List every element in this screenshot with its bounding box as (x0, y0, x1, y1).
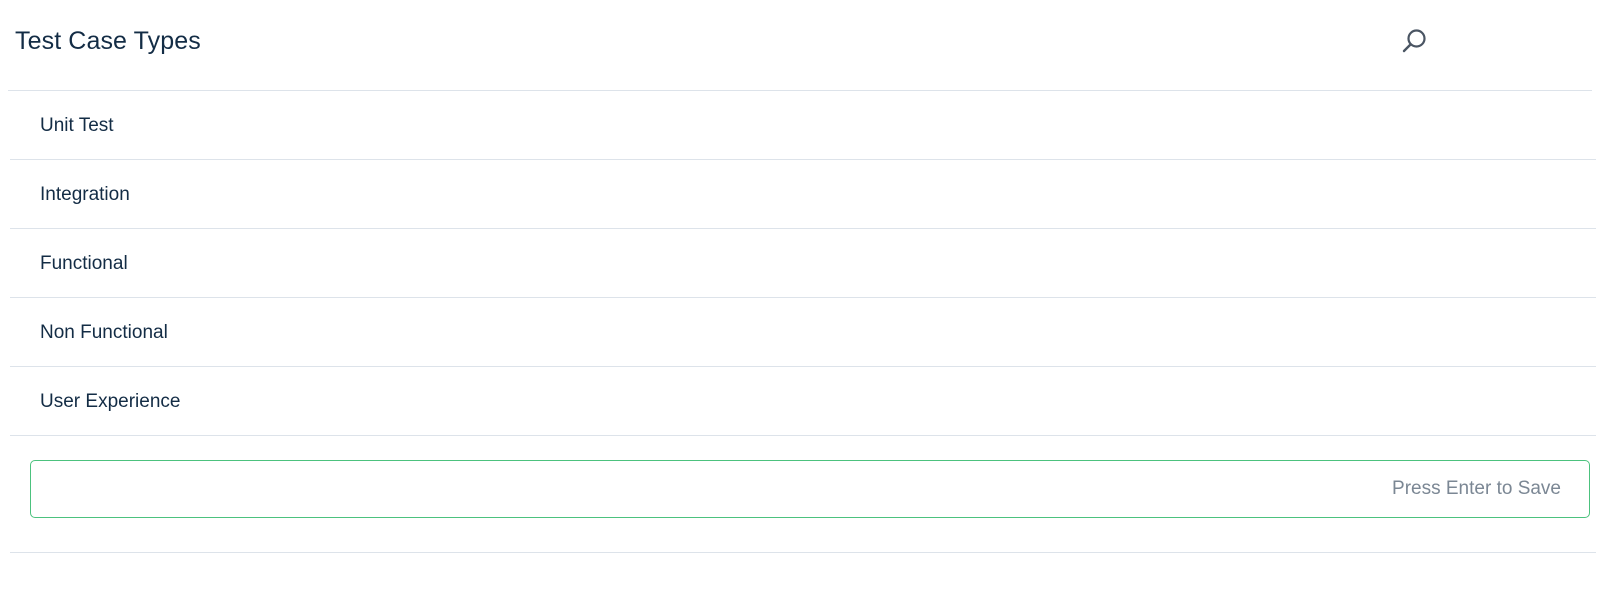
new-test-case-type-input[interactable] (30, 460, 1590, 518)
list-item-label: User Experience (40, 391, 181, 412)
add-item-row (10, 437, 1596, 553)
list-item-label: Integration (40, 184, 130, 205)
list-item-user-experience[interactable]: User Experience (10, 367, 1596, 436)
list-item-label: Functional (40, 253, 128, 274)
list-item-label: Non Functional (40, 322, 168, 343)
list-item-label: Unit Test (40, 115, 114, 136)
list-item-functional[interactable]: Functional (10, 229, 1596, 298)
page-title: Test Case Types (15, 27, 201, 55)
list-item-integration[interactable]: Integration (10, 160, 1596, 229)
list-item-unit-test[interactable]: Unit Test (10, 91, 1596, 160)
list-item-non-functional[interactable]: Non Functional (10, 298, 1596, 367)
search-icon (1402, 29, 1426, 53)
test-case-type-list: Unit Test Integration Functional Non Fun… (10, 91, 1596, 436)
page-header: Test Case Types (8, 0, 1592, 91)
test-case-types-page: Test Case Types Unit Test Integration Fu… (0, 0, 1600, 594)
search-button[interactable] (1398, 26, 1430, 58)
